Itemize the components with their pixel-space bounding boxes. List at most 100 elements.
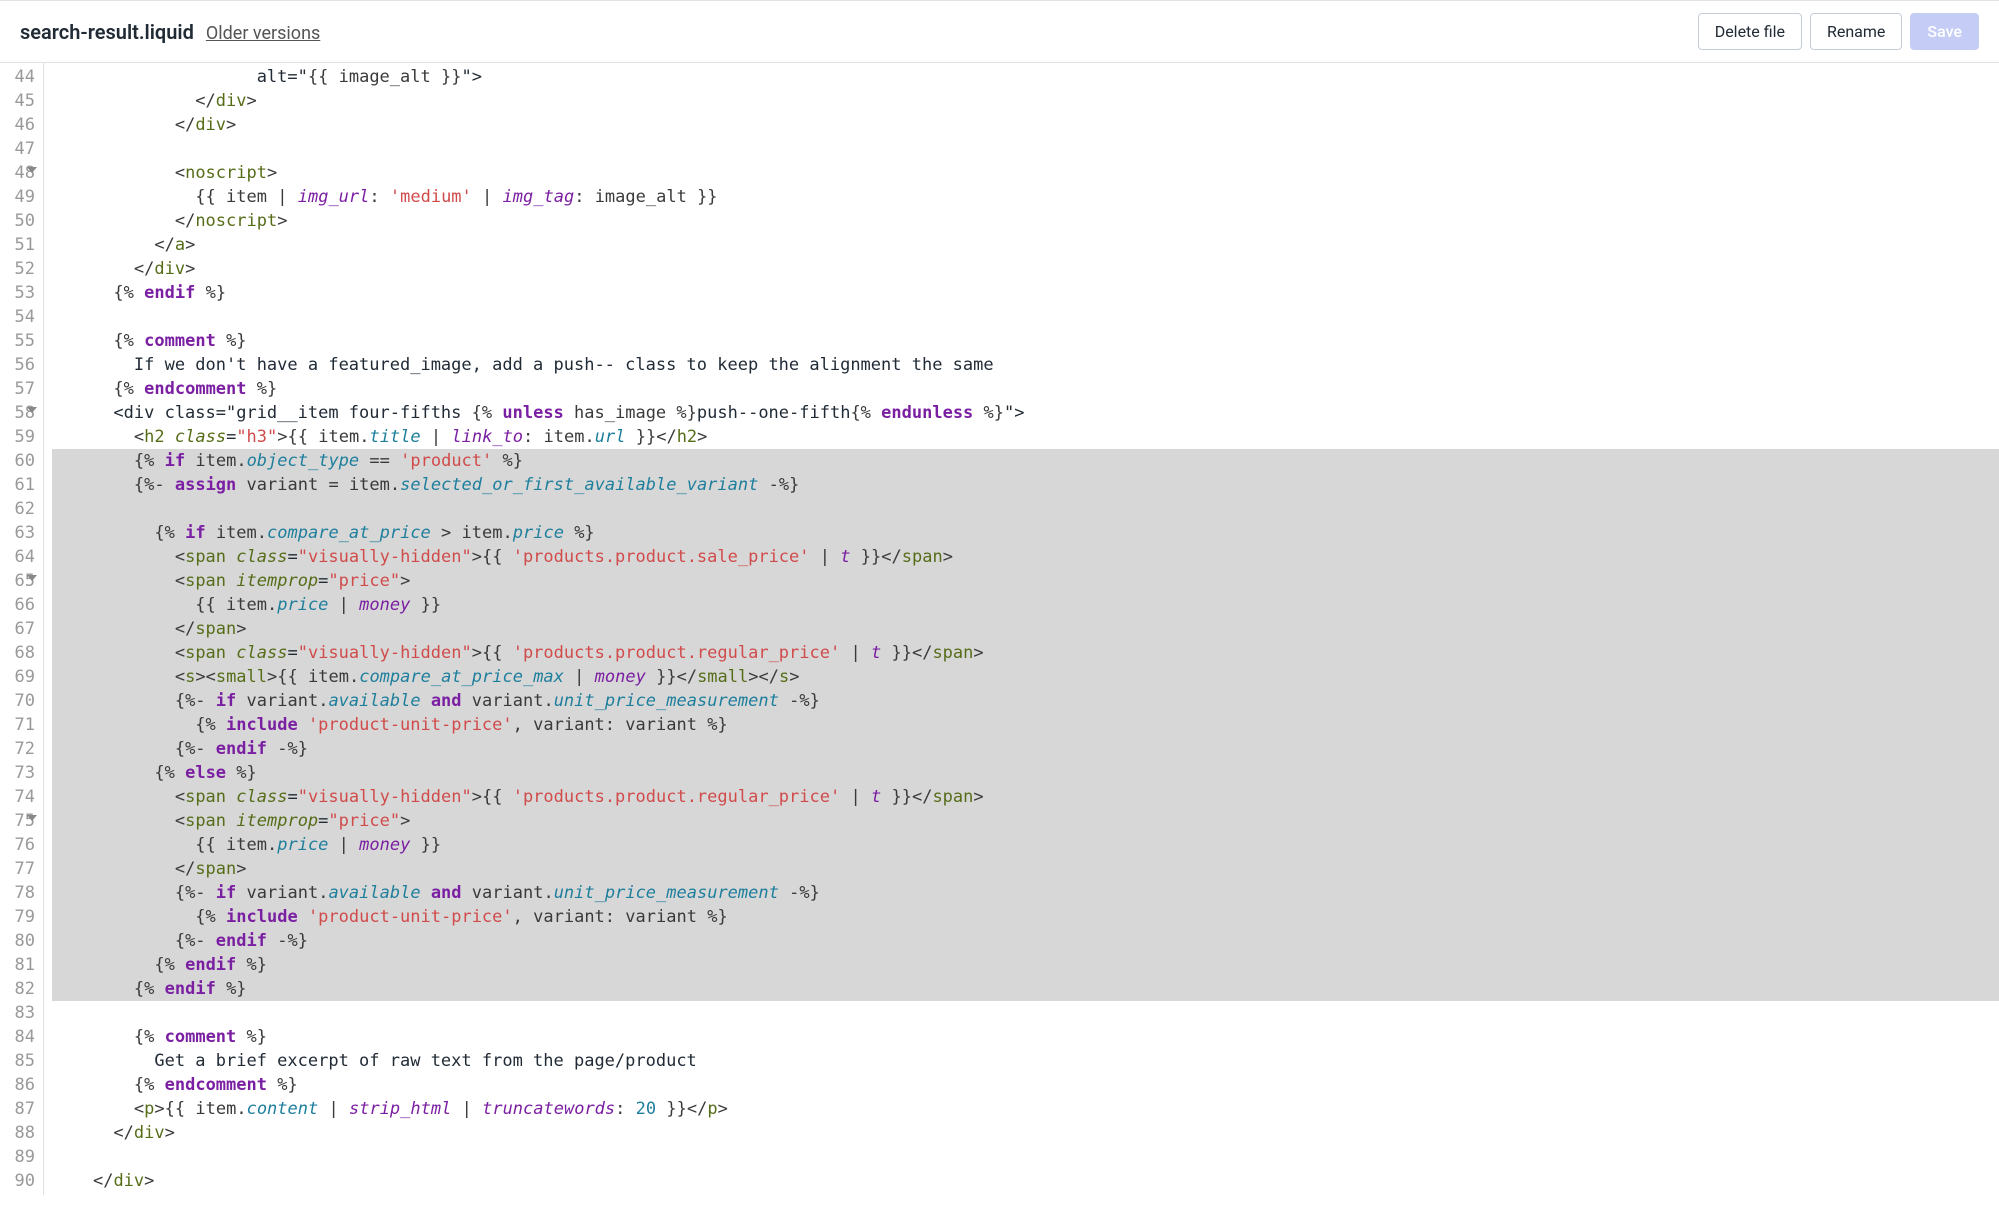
- rename-button[interactable]: Rename: [1810, 13, 1902, 50]
- code-line[interactable]: </div>: [52, 257, 1999, 281]
- code-line[interactable]: If we don't have a featured_image, add a…: [52, 353, 1999, 377]
- code-line[interactable]: {{ item.price | money }}: [52, 593, 1999, 617]
- code-line[interactable]: {% endcomment %}: [52, 377, 1999, 401]
- code-line[interactable]: [52, 1145, 1999, 1169]
- code-line[interactable]: <span class="visually-hidden">{{ 'produc…: [52, 641, 1999, 665]
- code-line[interactable]: Get a brief excerpt of raw text from the…: [52, 1049, 1999, 1073]
- code-line[interactable]: {% endcomment %}: [52, 1073, 1999, 1097]
- line-number: 47: [4, 137, 35, 161]
- line-number: 55: [4, 329, 35, 353]
- code-line[interactable]: {% if item.compare_at_price > item.price…: [52, 521, 1999, 545]
- code-line[interactable]: {%- assign variant = item.selected_or_fi…: [52, 473, 1999, 497]
- code-line[interactable]: alt="{{ image_alt }}">: [52, 65, 1999, 89]
- line-number: 81: [4, 953, 35, 977]
- line-number: 90: [4, 1169, 35, 1193]
- code-line[interactable]: <h2 class="h3">{{ item.title | link_to: …: [52, 425, 1999, 449]
- line-number: 73: [4, 761, 35, 785]
- line-number: 78: [4, 881, 35, 905]
- code-line[interactable]: {{ item | img_url: 'medium' | img_tag: i…: [52, 185, 1999, 209]
- fold-marker-icon[interactable]: [27, 407, 37, 413]
- code-line[interactable]: <p>{{ item.content | strip_html | trunca…: [52, 1097, 1999, 1121]
- code-line[interactable]: <span itemprop="price">: [52, 569, 1999, 593]
- line-number: 82: [4, 977, 35, 1001]
- save-button[interactable]: Save: [1910, 13, 1979, 50]
- line-number: 88: [4, 1121, 35, 1145]
- code-line[interactable]: </span>: [52, 617, 1999, 641]
- line-number: 48: [4, 161, 35, 185]
- line-number: 79: [4, 905, 35, 929]
- code-line[interactable]: {% endif %}: [52, 953, 1999, 977]
- code-line[interactable]: [52, 497, 1999, 521]
- line-number: 62: [4, 497, 35, 521]
- line-number: 67: [4, 617, 35, 641]
- code-line[interactable]: <div class="grid__item four-fifths {% un…: [52, 401, 1999, 425]
- line-number: 76: [4, 833, 35, 857]
- line-number: 71: [4, 713, 35, 737]
- fold-marker-icon[interactable]: [27, 815, 37, 821]
- code-editor[interactable]: 4445464748495051525354555657585960616263…: [0, 63, 1999, 1195]
- code-line[interactable]: <noscript>: [52, 161, 1999, 185]
- code-line[interactable]: </div>: [52, 113, 1999, 137]
- code-line[interactable]: </div>: [52, 1121, 1999, 1145]
- delete-file-button[interactable]: Delete file: [1698, 13, 1802, 50]
- line-number: 74: [4, 785, 35, 809]
- code-line[interactable]: {% if item.object_type == 'product' %}: [52, 449, 1999, 473]
- code-line[interactable]: {% endif %}: [52, 281, 1999, 305]
- line-number: 64: [4, 545, 35, 569]
- line-number: 66: [4, 593, 35, 617]
- code-line[interactable]: </noscript>: [52, 209, 1999, 233]
- code-line[interactable]: {% endif %}: [52, 977, 1999, 1001]
- line-number: 65: [4, 569, 35, 593]
- line-number: 72: [4, 737, 35, 761]
- line-number: 84: [4, 1025, 35, 1049]
- code-line[interactable]: {%- if variant.available and variant.uni…: [52, 881, 1999, 905]
- line-number: 89: [4, 1145, 35, 1169]
- code-line[interactable]: {% include 'product-unit-price', variant…: [52, 713, 1999, 737]
- line-number: 58: [4, 401, 35, 425]
- code-line[interactable]: </span>: [52, 857, 1999, 881]
- line-number: 63: [4, 521, 35, 545]
- line-number-gutter: 4445464748495051525354555657585960616263…: [0, 63, 44, 1195]
- code-line[interactable]: {%- endif -%}: [52, 737, 1999, 761]
- line-number: 70: [4, 689, 35, 713]
- line-number: 54: [4, 305, 35, 329]
- code-line[interactable]: <span class="visually-hidden">{{ 'produc…: [52, 785, 1999, 809]
- header-left: search-result.liquid Older versions: [20, 20, 320, 44]
- line-number: 44: [4, 65, 35, 89]
- code-line[interactable]: [52, 305, 1999, 329]
- code-line[interactable]: </div>: [52, 89, 1999, 113]
- line-number: 61: [4, 473, 35, 497]
- code-line[interactable]: {% include 'product-unit-price', variant…: [52, 905, 1999, 929]
- older-versions-link[interactable]: Older versions: [206, 23, 320, 44]
- code-line[interactable]: {% comment %}: [52, 329, 1999, 353]
- line-number: 50: [4, 209, 35, 233]
- line-number: 75: [4, 809, 35, 833]
- editor-header: search-result.liquid Older versions Dele…: [0, 0, 1999, 63]
- code-line[interactable]: <s><small>{{ item.compare_at_price_max |…: [52, 665, 1999, 689]
- line-number: 46: [4, 113, 35, 137]
- line-number: 59: [4, 425, 35, 449]
- code-line[interactable]: </a>: [52, 233, 1999, 257]
- fold-marker-icon[interactable]: [27, 167, 37, 173]
- code-line[interactable]: [52, 137, 1999, 161]
- code-line[interactable]: <span itemprop="price">: [52, 809, 1999, 833]
- code-line[interactable]: </div>: [52, 1169, 1999, 1193]
- line-number: 45: [4, 89, 35, 113]
- line-number: 56: [4, 353, 35, 377]
- line-number: 83: [4, 1001, 35, 1025]
- code-line[interactable]: {% comment %}: [52, 1025, 1999, 1049]
- fold-marker-icon[interactable]: [27, 575, 37, 581]
- code-line[interactable]: [52, 1001, 1999, 1025]
- code-line[interactable]: {%- endif -%}: [52, 929, 1999, 953]
- code-line[interactable]: {%- if variant.available and variant.uni…: [52, 689, 1999, 713]
- code-content[interactable]: alt="{{ image_alt }}"> </div> </div> <no…: [44, 63, 1999, 1195]
- line-number: 60: [4, 449, 35, 473]
- line-number: 69: [4, 665, 35, 689]
- line-number: 57: [4, 377, 35, 401]
- code-line[interactable]: {{ item.price | money }}: [52, 833, 1999, 857]
- line-number: 86: [4, 1073, 35, 1097]
- code-line[interactable]: {% else %}: [52, 761, 1999, 785]
- code-line[interactable]: <span class="visually-hidden">{{ 'produc…: [52, 545, 1999, 569]
- line-number: 52: [4, 257, 35, 281]
- header-actions: Delete file Rename Save: [1698, 13, 1979, 50]
